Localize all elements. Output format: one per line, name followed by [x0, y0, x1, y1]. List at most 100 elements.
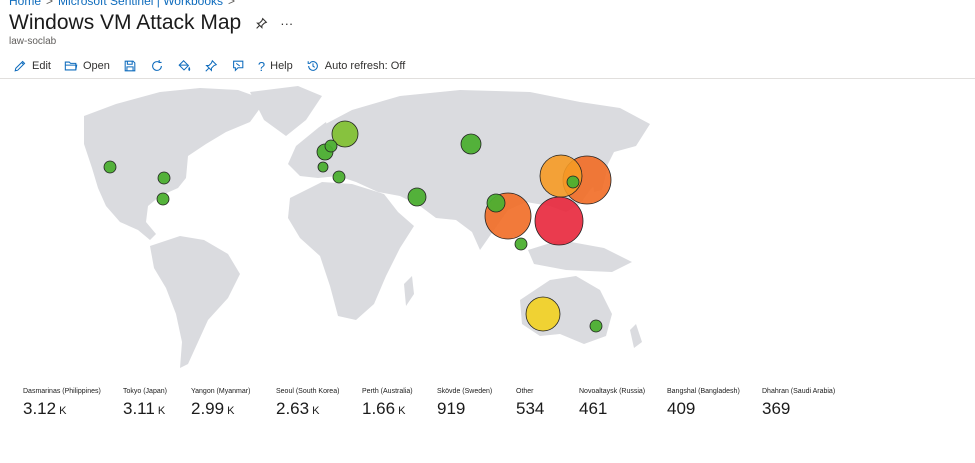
edit-label: Edit — [32, 60, 51, 72]
bubble-novoaltaysk-russia[interactable] — [460, 133, 482, 155]
bubble-western-us[interactable] — [103, 160, 117, 174]
toolbar: Edit Open ? Help Auto refresh: Off — [13, 57, 418, 75]
stat-item[interactable]: Dasmarinas (Philippines) 3.12 K — [23, 388, 101, 419]
page-title: Windows VM Attack Map — [9, 11, 242, 34]
folder-open-icon — [64, 61, 78, 71]
stat-number: 1.66 — [362, 399, 396, 418]
chevron-right-icon: > — [46, 0, 54, 8]
open-button[interactable]: Open — [64, 59, 110, 73]
bubble-europe-c[interactable] — [317, 161, 329, 173]
stat-item[interactable]: Perth (Australia) 1.66 K — [362, 388, 413, 419]
save-icon — [124, 60, 136, 72]
africa-landmass — [288, 182, 414, 320]
stat-number: 919 — [437, 399, 466, 418]
stat-number: 3.12 — [23, 399, 57, 418]
bubble-southern-us[interactable] — [156, 192, 170, 206]
stat-number: 461 — [579, 399, 608, 418]
stat-label: Dhahran (Saudi Arabia) — [762, 388, 836, 395]
stat-value: 2.63 K — [276, 399, 339, 419]
stat-number: 2.99 — [191, 399, 225, 418]
bubble-dhahran-saudi-arabia[interactable] — [407, 187, 427, 207]
feedback-button[interactable] — [231, 59, 245, 73]
bubble-southeast-australia[interactable] — [589, 319, 603, 333]
toolbar-divider — [0, 78, 975, 79]
open-label: Open — [82, 60, 110, 72]
breadcrumb-workbooks-link[interactable]: Microsoft Sentinel | Workbooks — [58, 0, 223, 8]
more-options-icon[interactable]: ··· — [280, 16, 293, 31]
refresh-button[interactable] — [150, 59, 164, 73]
stat-number: 534 — [516, 399, 545, 418]
bubble-korea-small[interactable] — [566, 175, 580, 189]
stat-value: 2.99 K — [191, 399, 250, 419]
stat-item[interactable]: Tokyo (Japan) 3.11 K — [123, 388, 167, 419]
stat-label: Tokyo (Japan) — [123, 388, 167, 395]
feedback-icon — [232, 60, 244, 72]
refresh-icon — [152, 60, 162, 71]
stats-row: Dasmarinas (Philippines) 3.12 K Tokyo (Ja… — [0, 388, 975, 428]
stat-item[interactable]: Other 534 — [516, 388, 547, 419]
bubble-eastern-us[interactable] — [157, 171, 171, 185]
stat-item[interactable]: Seoul (South Korea) 2.63 K — [276, 388, 339, 419]
auto-refresh-button[interactable]: Auto refresh: Off — [306, 59, 406, 73]
stat-item[interactable]: Skövde (Sweden) 919 — [437, 388, 492, 419]
stat-number: 3.11 — [123, 399, 155, 418]
stat-label: Skövde (Sweden) — [437, 388, 493, 395]
title-row: Windows VM Attack Map ··· — [9, 11, 293, 35]
breadcrumb-home-link[interactable]: Home — [9, 0, 41, 8]
stat-label: Novoaltaysk (Russia) — [579, 388, 646, 395]
bubble-seoul-south-korea[interactable] — [539, 154, 583, 198]
stat-unit: K — [227, 405, 235, 417]
help-button[interactable]: ? Help — [258, 59, 293, 74]
greenland-landmass — [250, 86, 322, 136]
pencil-icon — [14, 60, 26, 72]
new-zealand-landmass — [630, 324, 642, 348]
stat-number: 2.63 — [276, 399, 310, 418]
stat-number: 369 — [762, 399, 791, 418]
help-label: Help — [270, 60, 293, 72]
stat-label: Seoul (South Korea) — [276, 388, 340, 395]
bubble-perth-australia[interactable] — [525, 296, 561, 332]
pin-toolbar-button[interactable] — [204, 59, 218, 73]
stat-item[interactable]: Yangon (Myanmar) 2.99 K — [191, 388, 250, 419]
stat-value: 369 — [762, 399, 835, 419]
madagascar-landmass — [404, 276, 414, 306]
stat-label: Bangshal (Bangladesh) — [667, 388, 740, 395]
stat-number: 409 — [667, 399, 696, 418]
stat-item[interactable]: Novoaltaysk (Russia) 461 — [579, 388, 645, 419]
bubble-mediterranean[interactable] — [332, 170, 346, 184]
stat-unit: K — [157, 405, 166, 417]
attack-map[interactable] — [0, 80, 975, 380]
workspace-subtitle: law-soclab — [9, 36, 57, 47]
pin-icon[interactable] — [255, 17, 268, 30]
question-mark-icon: ? — [257, 58, 266, 74]
chevron-right-icon: > — [228, 0, 236, 8]
stat-unit: K — [398, 405, 406, 417]
southeast-asia-islands — [528, 240, 632, 272]
save-button[interactable] — [123, 59, 137, 73]
stat-item[interactable]: Bangshal (Bangladesh) 409 — [667, 388, 740, 419]
stat-label: Yangon (Myanmar) — [191, 388, 251, 395]
stat-value: 1.66 K — [362, 399, 413, 419]
stat-label: Perth (Australia) — [362, 388, 413, 395]
stat-value: 3.11 K — [123, 399, 167, 419]
stat-value: 919 — [437, 399, 492, 419]
bubble-bangshal-bangladesh[interactable] — [486, 193, 506, 213]
stat-value: 409 — [667, 399, 740, 419]
stat-item[interactable]: Dhahran (Saudi Arabia) 369 — [762, 388, 835, 419]
south-america-landmass — [150, 236, 240, 368]
stat-value: 3.12 K — [23, 399, 101, 419]
edit-button[interactable]: Edit — [13, 59, 51, 73]
stat-value: 534 — [516, 399, 547, 419]
customize-button[interactable] — [177, 59, 191, 73]
breadcrumb: Home > Microsoft Sentinel | Workbooks > — [9, 0, 240, 8]
stat-label: Dasmarinas (Philippines) — [23, 388, 101, 395]
stat-unit: K — [312, 405, 320, 417]
bubble-singapore[interactable] — [514, 237, 528, 251]
stat-unit: K — [59, 405, 67, 417]
paint-bucket-icon — [178, 60, 191, 72]
auto-refresh-label: Auto refresh: Off — [324, 60, 406, 72]
bubble-dasmarinas-philippines[interactable] — [534, 196, 584, 246]
history-icon — [307, 61, 318, 71]
stat-value: 461 — [579, 399, 645, 419]
bubble-europe-b[interactable] — [324, 139, 338, 153]
